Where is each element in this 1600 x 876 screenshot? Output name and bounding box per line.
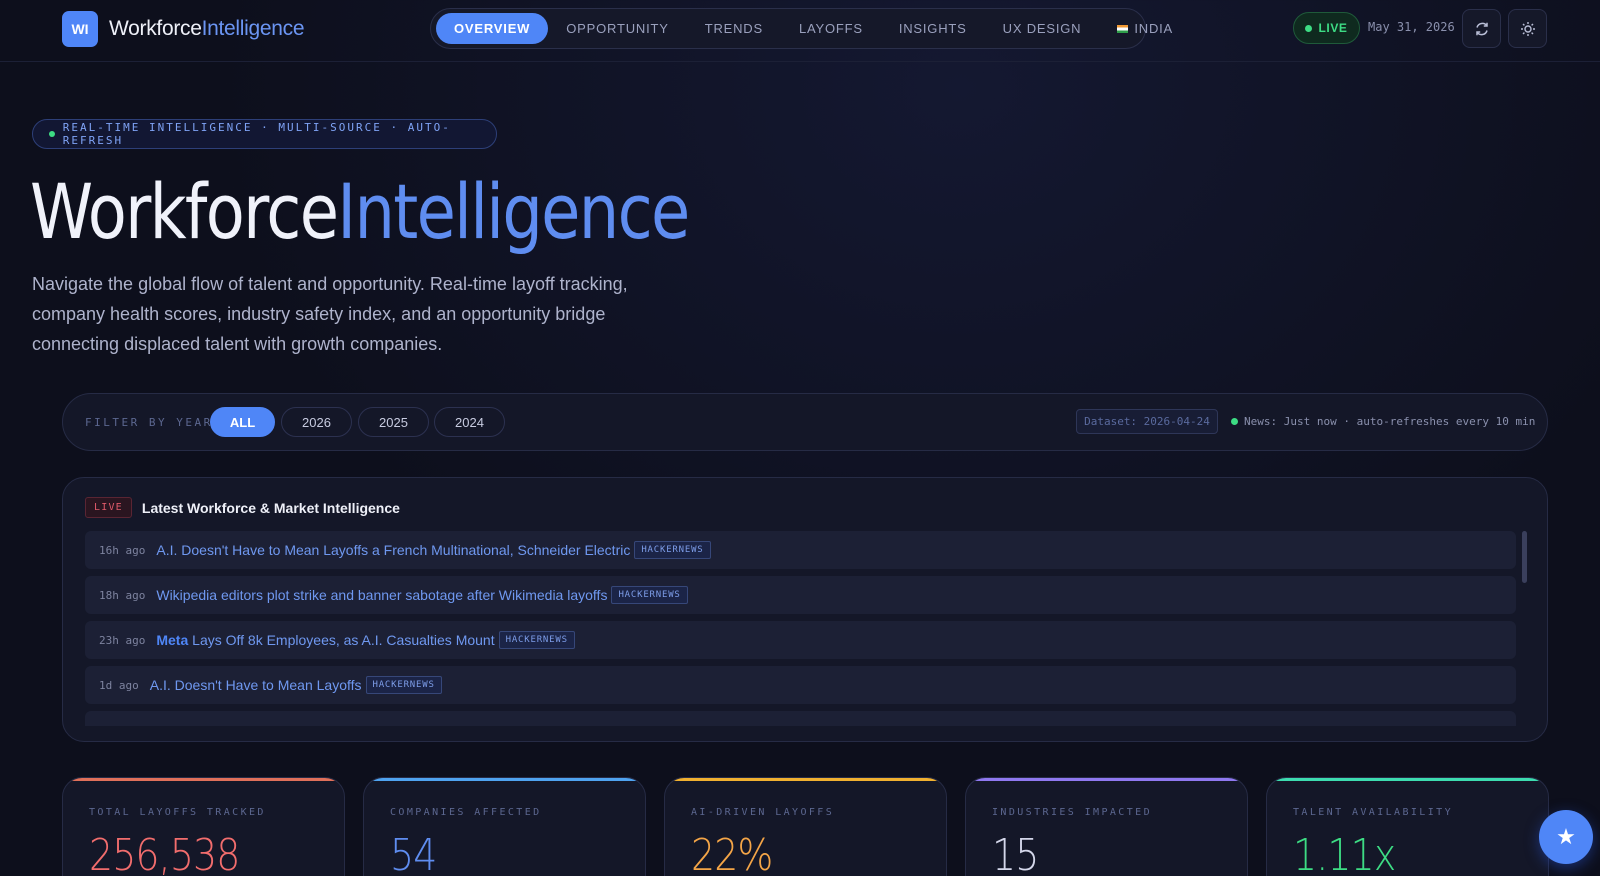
stat-label: TOTAL LAYOFFS TRACKED [89, 807, 266, 818]
nav-opportunity[interactable]: OPPORTUNITY [548, 13, 686, 44]
news-time: 23h ago [99, 633, 146, 647]
hero-title-accent: Intelligence [337, 167, 690, 256]
tagline-text: REAL-TIME INTELLIGENCE · MULTI-SOURCE · … [62, 121, 451, 147]
news-headline: A.I. Doesn't Have to Mean Layoffs a Fren… [156, 542, 631, 558]
news-live-tag: LIVE [85, 497, 132, 518]
star-icon: ★ [1556, 824, 1576, 849]
filter-label: FILTER BY YEAR [85, 416, 213, 429]
stat-label: AI-DRIVEN LAYOFFS [691, 807, 835, 818]
stat-accent-line [63, 778, 344, 781]
news-highlight: Meta [156, 632, 189, 648]
news-item-partial[interactable] [85, 711, 1516, 726]
stat-card-total-layoffs: TOTAL LAYOFFS TRACKED 256,538 [62, 777, 345, 876]
nav-india[interactable]: INDIA [1099, 13, 1191, 44]
stat-accent-line [1267, 778, 1548, 781]
stat-label: TALENT AVAILABILITY [1293, 807, 1453, 818]
nav-overview[interactable]: OVERVIEW [436, 13, 549, 44]
stat-label: COMPANIES AFFECTED [390, 807, 542, 818]
news-source-tag: HACKERNEWS [365, 676, 442, 694]
hero-title: WorkforceIntelligence [30, 167, 690, 256]
news-headline-link[interactable]: A.I. Doesn't Have to Mean Layoffs a Fren… [156, 542, 630, 558]
news-time: 16h ago [99, 543, 146, 557]
top-bar: WI WorkforceIntelligence OVERVIEW OPPORT… [0, 0, 1600, 62]
brand[interactable]: WI WorkforceIntelligence [62, 11, 305, 47]
year-filter-2024[interactable]: 2024 [434, 407, 505, 437]
stat-value: 256,538 [89, 830, 240, 876]
brand-name: WorkforceIntelligence [109, 17, 305, 41]
stat-card-industries-impacted: INDUSTRIES IMPACTED 15 [965, 777, 1248, 876]
refresh-icon [1475, 22, 1488, 35]
stat-accent-line [665, 778, 946, 781]
refresh-button[interactable] [1462, 9, 1501, 48]
sun-icon [1520, 21, 1535, 36]
news-refresh-status: News: Just now · auto-refreshes every 10… [1231, 415, 1535, 428]
hero-description: Navigate the global flow of talent and o… [32, 274, 628, 354]
news-panel: LIVE Latest Workforce & Market Intellige… [62, 477, 1548, 742]
brand-name-main: Workforce [109, 17, 202, 40]
stat-card-talent-availability: TALENT AVAILABILITY 1.11x [1266, 777, 1549, 876]
hero-title-main: Workforce [30, 167, 339, 256]
news-list[interactable]: 16h ago A.I. Doesn't Have to Mean Layoff… [85, 531, 1516, 726]
news-title: Latest Workforce & Market Intelligence [141, 499, 400, 516]
tagline-dot-icon [49, 131, 55, 137]
nav-insights[interactable]: INSIGHTS [881, 13, 985, 44]
stat-value: 54 [390, 830, 437, 876]
hero-tagline: REAL-TIME INTELLIGENCE · MULTI-SOURCE · … [32, 119, 497, 149]
news-item[interactable]: 1d ago A.I. Doesn't Have to Mean Layoffs… [85, 666, 1516, 704]
stat-value: 15 [992, 830, 1039, 876]
header-date: May 31, 2026 [1368, 20, 1455, 34]
year-filter-2025[interactable]: 2025 [358, 407, 429, 437]
year-filter-2026[interactable]: 2026 [281, 407, 352, 437]
brand-logo: WI [62, 11, 98, 47]
news-item[interactable]: 18h ago Wikipedia editors plot strike an… [85, 576, 1516, 614]
news-item[interactable]: 16h ago A.I. Doesn't Have to Mean Layoff… [85, 531, 1516, 569]
stat-accent-line [364, 778, 645, 781]
news-source-tag: HACKERNEWS [611, 586, 688, 604]
news-scrollbar[interactable] [1522, 531, 1527, 583]
news-headline: Lays Off 8k Employees, as A.I. Casualtie… [188, 632, 495, 648]
news-header: LIVE Latest Workforce & Market Intellige… [85, 497, 400, 518]
news-headline-link[interactable]: A.I. Doesn't Have to Mean Layoffs [150, 677, 362, 693]
favorites-fab-button[interactable]: ★ [1539, 810, 1593, 864]
stat-value: 1.11x [1293, 830, 1396, 876]
nav-ux-design[interactable]: UX DESIGN [985, 13, 1100, 44]
live-dot-icon [1305, 24, 1313, 32]
main-nav: OVERVIEW OPPORTUNITY TRENDS LAYOFFS INSI… [430, 8, 1172, 49]
live-label: LIVE [1318, 21, 1348, 35]
news-headline: A.I. Doesn't Have to Mean Layoffs [149, 677, 362, 693]
india-flag-icon [1117, 24, 1129, 33]
stat-value: 22% [691, 830, 773, 876]
brand-name-accent: Intelligence [201, 17, 305, 40]
stat-label: INDUSTRIES IMPACTED [992, 807, 1152, 818]
news-status-dot-icon [1231, 418, 1238, 425]
year-filter-all[interactable]: ALL [210, 407, 275, 437]
stat-card-companies-affected: COMPANIES AFFECTED 54 [363, 777, 646, 876]
theme-toggle-button[interactable] [1508, 9, 1547, 48]
news-status-text: News: Just now · auto-refreshes every 10… [1244, 415, 1536, 428]
news-headline-link[interactable]: Meta Lays Off 8k Employees, as A.I. Casu… [156, 632, 494, 648]
news-headline-link[interactable]: Wikipedia editors plot strike and banner… [156, 587, 607, 603]
news-source-tag: HACKERNEWS [634, 541, 711, 559]
news-time: 1d ago [99, 678, 139, 692]
dataset-tag: Dataset: 2026-04-24 [1076, 409, 1218, 434]
nav-india-label: INDIA [1134, 21, 1174, 36]
live-status-badge: LIVE [1293, 12, 1360, 44]
year-filter-bar: FILTER BY YEAR ALL 2026 2025 2024 Datase… [62, 393, 1548, 451]
news-source-tag: HACKERNEWS [498, 631, 575, 649]
nav-trends[interactable]: TRENDS [687, 13, 781, 44]
stat-accent-line [966, 778, 1247, 781]
stat-card-ai-driven-layoffs: AI-DRIVEN LAYOFFS 22% [664, 777, 947, 876]
news-time: 18h ago [99, 588, 146, 602]
nav-layoffs[interactable]: LAYOFFS [781, 13, 881, 44]
news-headline: Wikipedia editors plot strike and banner… [156, 587, 608, 603]
news-item[interactable]: 23h ago Meta Lays Off 8k Employees, as A… [85, 621, 1516, 659]
